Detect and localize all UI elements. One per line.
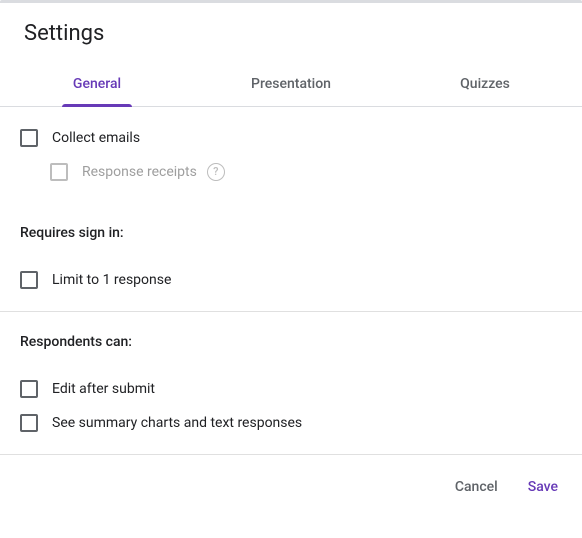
checkbox-collect-emails[interactable]	[20, 129, 38, 147]
section-respondents: Edit after submit See summary charts and…	[0, 358, 582, 454]
label-collect-emails: Collect emails	[52, 130, 140, 146]
label-response-receipts: Response receipts	[82, 164, 197, 180]
heading-respondents-can: Respondents can:	[0, 312, 582, 358]
cancel-button[interactable]: Cancel	[451, 473, 502, 501]
tab-general[interactable]: General	[0, 62, 194, 106]
checkbox-see-summary[interactable]	[20, 414, 38, 432]
help-icon[interactable]: ?	[207, 163, 225, 181]
label-limit-one: Limit to 1 response	[52, 272, 171, 288]
section-email: Collect emails Response receipts ?	[0, 107, 582, 203]
footer: Cancel Save	[0, 455, 582, 519]
checkbox-response-receipts	[50, 163, 68, 181]
label-see-summary: See summary charts and text responses	[52, 415, 302, 431]
row-edit-after: Edit after submit	[20, 372, 562, 406]
row-limit-one: Limit to 1 response	[20, 263, 562, 297]
row-response-receipts: Response receipts ?	[20, 155, 562, 189]
settings-title: Settings	[0, 3, 582, 54]
row-see-summary: See summary charts and text responses	[20, 406, 562, 440]
tab-presentation[interactable]: Presentation	[194, 62, 388, 106]
tabs: General Presentation Quizzes	[0, 62, 582, 107]
label-edit-after: Edit after submit	[52, 381, 155, 397]
save-button[interactable]: Save	[524, 473, 562, 501]
section-signin: Limit to 1 response	[0, 249, 582, 311]
checkbox-limit-one[interactable]	[20, 271, 38, 289]
row-collect-emails: Collect emails	[20, 121, 562, 155]
checkbox-edit-after[interactable]	[20, 380, 38, 398]
tab-quizzes[interactable]: Quizzes	[388, 62, 582, 106]
heading-requires-signin: Requires sign in:	[0, 203, 582, 249]
